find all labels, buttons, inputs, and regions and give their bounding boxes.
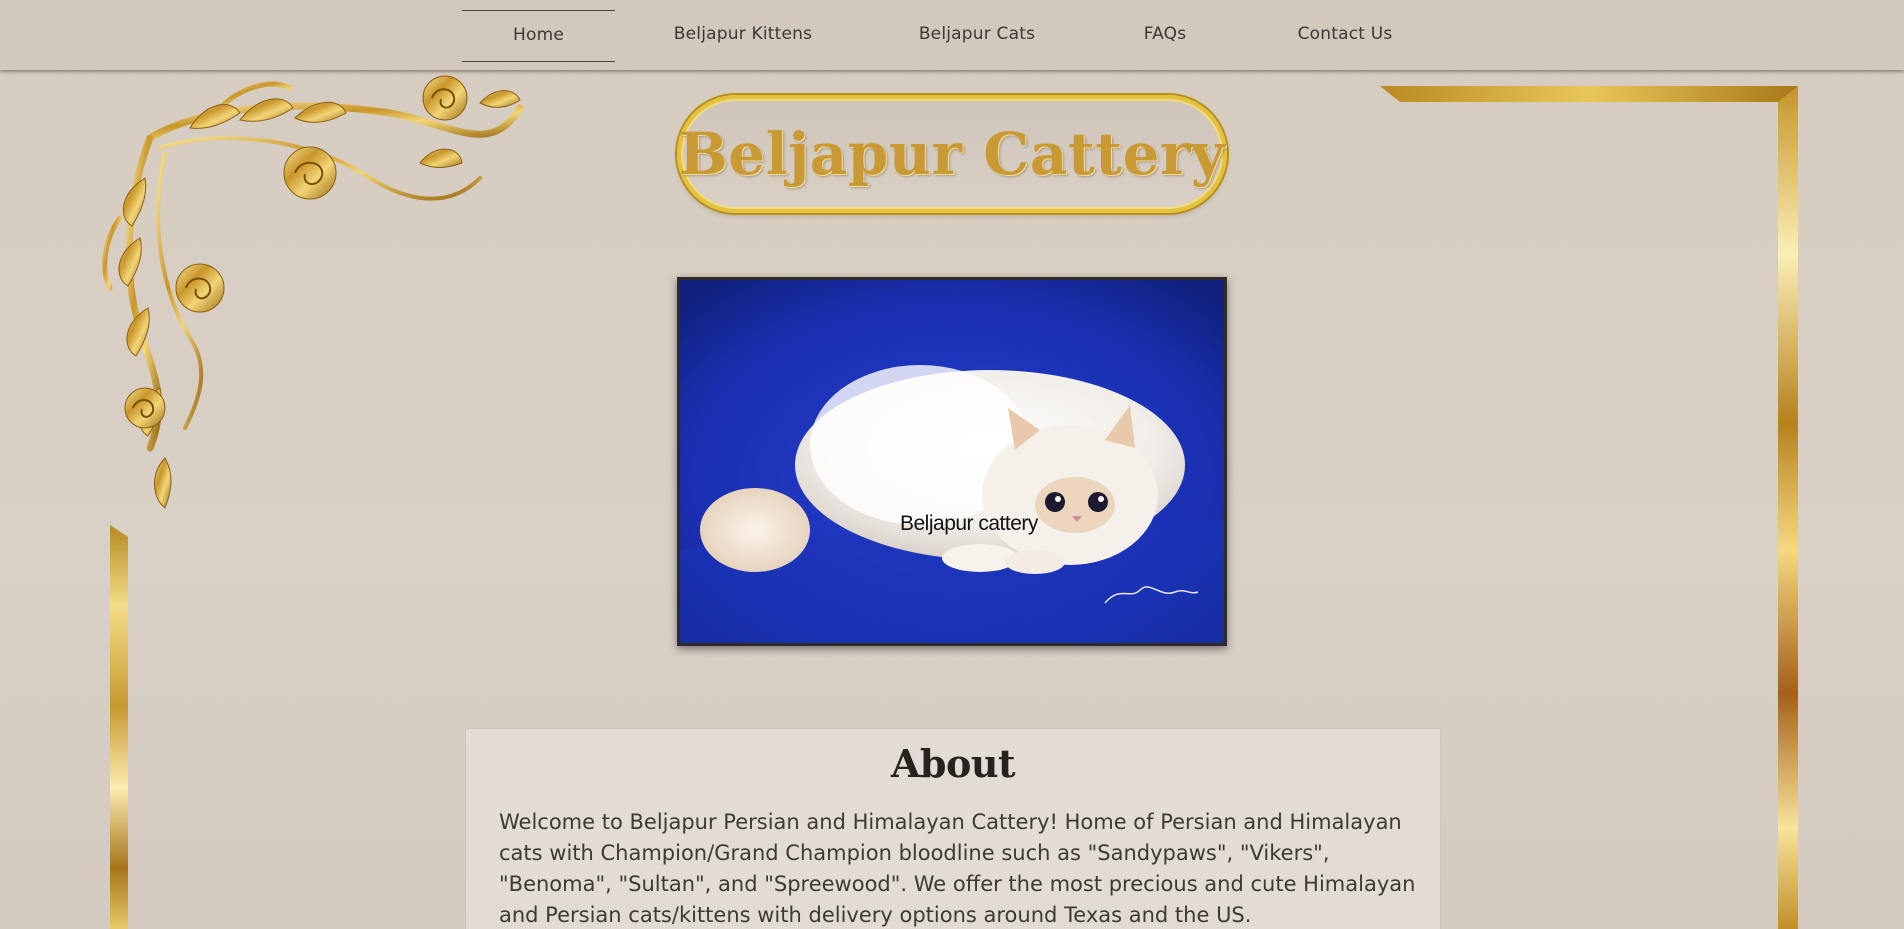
main-navigation: Home Beljapur Kittens Beljapur Cats FAQs… — [0, 0, 1904, 70]
gold-left-border-icon — [110, 525, 128, 929]
hero-cat-photo: Beljapur cattery — [677, 277, 1227, 646]
nav-contact-us[interactable]: Contact Us — [1290, 10, 1400, 60]
nav-beljapur-kittens[interactable]: Beljapur Kittens — [664, 10, 822, 60]
site-title: Beljapur Cattery — [678, 120, 1226, 188]
nav-beljapur-cats[interactable]: Beljapur Cats — [912, 10, 1042, 60]
nav-faqs[interactable]: FAQs — [1135, 10, 1195, 60]
persian-cat-image — [680, 280, 1224, 643]
about-section: About Welcome to Beljapur Persian and Hi… — [465, 728, 1441, 929]
gold-floral-corner-ornament-icon — [102, 75, 524, 509]
gold-right-frame-icon — [1380, 86, 1798, 929]
about-text: Welcome to Beljapur Persian and Himalaya… — [499, 810, 1416, 927]
about-heading: About — [890, 741, 1016, 786]
nav-home[interactable]: Home — [462, 10, 615, 62]
hero-caption: Beljapur cattery — [900, 512, 1038, 535]
site-title-badge: Beljapur Cattery — [677, 95, 1227, 213]
